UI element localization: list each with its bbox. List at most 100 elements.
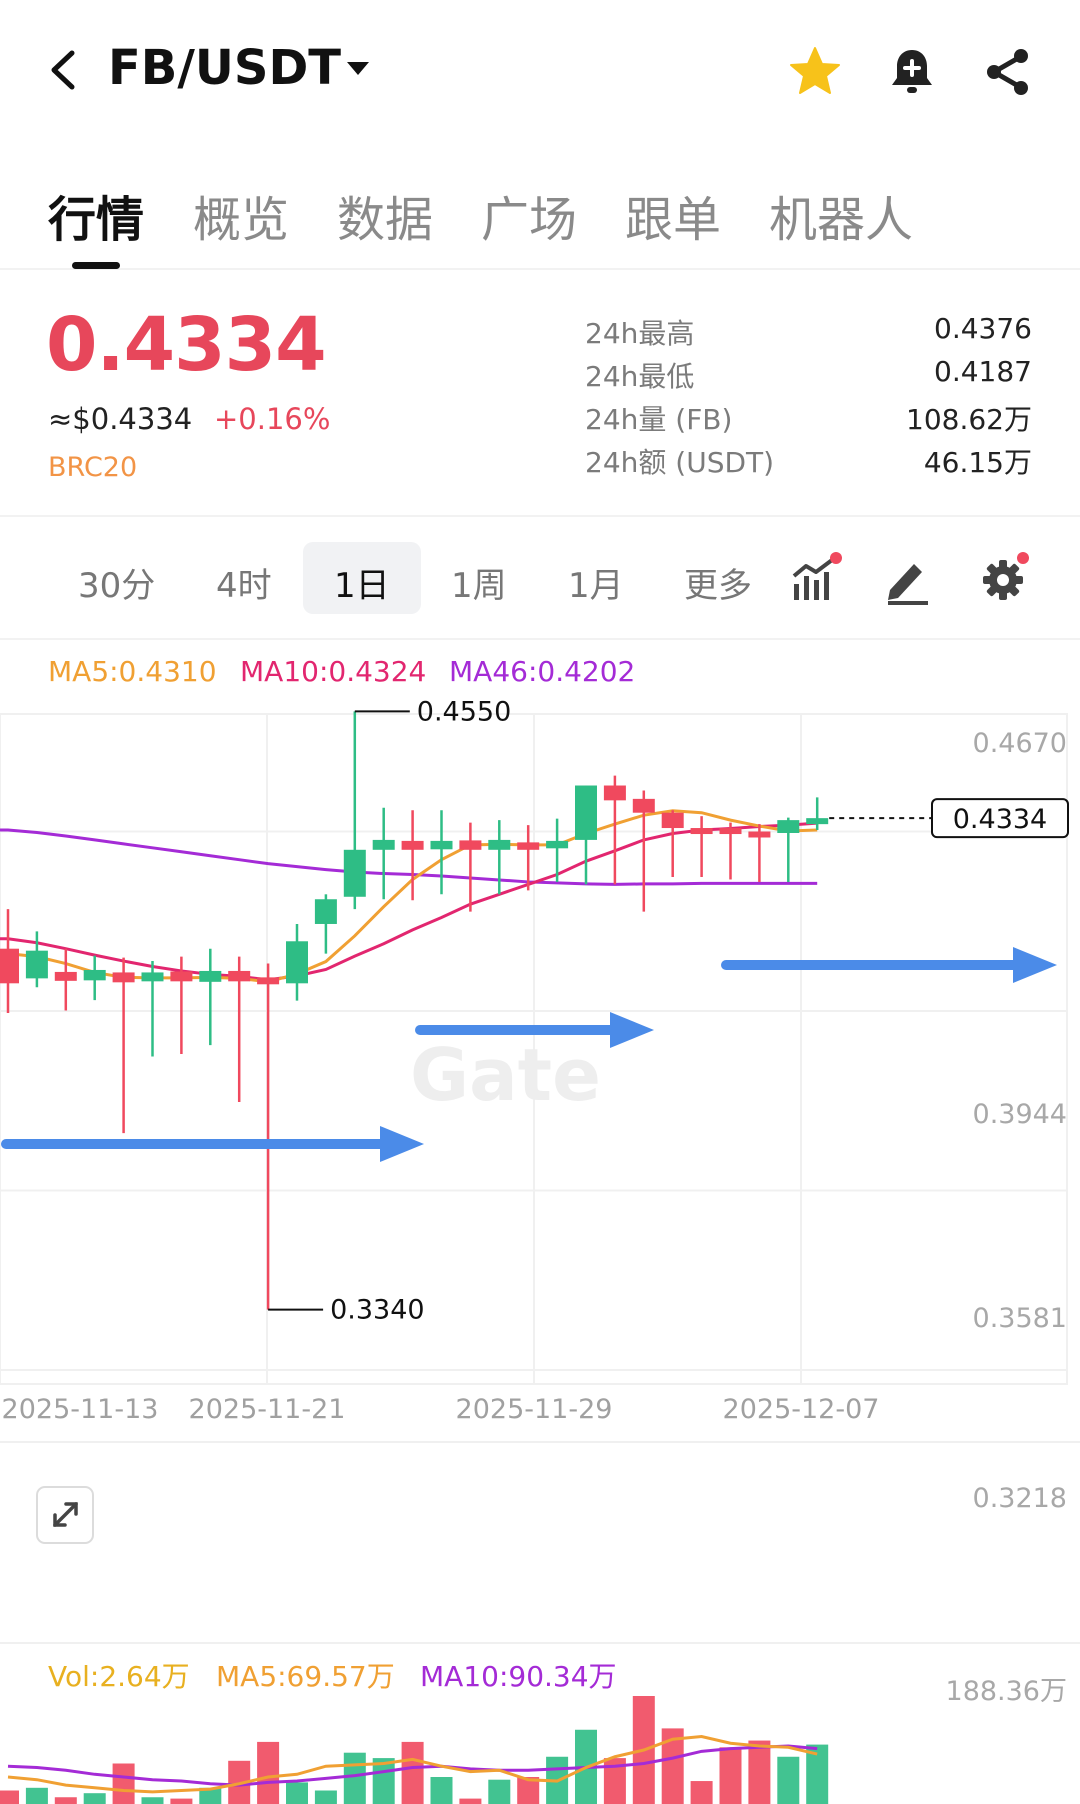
volume-bar <box>0 1790 19 1804</box>
star-icon[interactable] <box>787 44 843 100</box>
period-selector: 30分 4时 1日 1周 1月 更多 <box>0 520 1080 640</box>
stat-value-high: 0.4376 <box>934 312 1032 345</box>
volume-bar <box>112 1763 135 1804</box>
gate-watermark: Gate <box>410 1033 601 1117</box>
volume-bar <box>777 1756 800 1804</box>
pair-dropdown-caret-icon[interactable] <box>347 62 369 75</box>
settings-icon[interactable] <box>975 550 1031 606</box>
candle-body <box>286 941 308 984</box>
candle-body <box>25 950 48 979</box>
period-4h[interactable]: 4时 <box>216 558 272 607</box>
volume-chart: 188.36万 <box>0 1676 1067 1804</box>
candle-body <box>54 971 77 981</box>
candle-body <box>777 820 800 833</box>
candle-body <box>632 798 655 813</box>
candle-body <box>83 969 106 981</box>
candle-body <box>806 818 829 825</box>
ma46-line <box>0 828 818 886</box>
volume-bar <box>286 1782 308 1804</box>
candle-body <box>112 972 135 983</box>
candle-body <box>343 849 366 897</box>
candle-body <box>141 972 164 982</box>
stat-label-high: 24h最高 <box>585 317 695 350</box>
ma46-legend: MA46:0.4202 <box>449 655 636 688</box>
tab-data[interactable]: 数据 <box>337 180 433 250</box>
candle-body <box>517 842 540 850</box>
stat-label-low: 24h最低 <box>585 360 695 393</box>
stat-value-low: 0.4187 <box>934 355 1032 388</box>
volume-bar <box>54 1797 77 1804</box>
pair-title[interactable]: FB/USDT <box>108 40 341 96</box>
period-more[interactable]: 更多 <box>684 558 752 607</box>
candle-body <box>661 812 684 829</box>
tab-square[interactable]: 广场 <box>481 180 577 250</box>
chain-tag[interactable]: BRC20 <box>48 452 137 483</box>
back-arrow-icon[interactable] <box>44 45 84 95</box>
vol-ma5-legend: MA5:69.57万 <box>216 1660 395 1693</box>
tab-bots[interactable]: 机器人 <box>769 180 913 250</box>
share-icon[interactable] <box>980 44 1036 100</box>
volume-bar <box>719 1747 742 1804</box>
top-bar: FB/USDT <box>0 0 1080 140</box>
vol-legend: Vol:2.64万 <box>48 1660 190 1693</box>
moving-average-lines <box>0 809 818 984</box>
candlestick-chart[interactable]: Gate 0.4670 0.3944 0.3581 0.3218 188.36万 0.… <box>0 700 1080 1804</box>
period-30m[interactable]: 30分 <box>78 558 155 607</box>
fullscreen-button[interactable] <box>36 1486 94 1544</box>
volume-bar <box>141 1797 164 1804</box>
period-1w[interactable]: 1周 <box>451 558 507 607</box>
candle-body <box>257 977 280 985</box>
candle-body <box>719 828 742 835</box>
candle-body <box>228 970 251 982</box>
volume-bar <box>83 1793 106 1804</box>
ma5-legend: MA5:0.4310 <box>48 655 217 688</box>
stat-label-turnover: 24h额 (USDT) <box>585 446 775 479</box>
last-price-label: 0.4334 <box>953 804 1047 835</box>
y-axis: 0.4670 0.3944 0.3581 0.3218 <box>973 728 1067 1514</box>
y-tick-label: 0.4670 <box>973 728 1067 759</box>
y-tick-label: 0.3944 <box>973 1099 1067 1130</box>
tab-market[interactable]: 行情 <box>48 180 144 250</box>
chart-grid <box>0 713 1080 1644</box>
candle-body <box>430 840 453 850</box>
candle-body <box>488 839 511 850</box>
volume-bar <box>257 1741 280 1804</box>
volume-bar <box>430 1777 453 1804</box>
volume-bar <box>488 1779 511 1804</box>
price-alert-bell-icon[interactable] <box>884 44 940 100</box>
tab-overview[interactable]: 概览 <box>193 180 289 250</box>
stat-label-volume: 24h量 (FB) <box>585 403 733 436</box>
candle-body <box>748 831 771 838</box>
x-axis: 2025-11-13 2025-11-21 2025-11-29 2025-12-07 <box>0 1394 1080 1443</box>
tab-copy-trading[interactable]: 跟单 <box>625 180 721 250</box>
candle-body <box>401 840 424 850</box>
ma5-line <box>0 809 818 984</box>
main-tabs: 行情 概览 数据 广场 跟单 机器人 <box>0 170 1080 270</box>
period-1mo[interactable]: 1月 <box>568 558 624 607</box>
period-1d[interactable]: 1日 <box>334 558 390 607</box>
vol-ma10-legend: MA10:90.34万 <box>420 1660 617 1693</box>
candle-body <box>199 970 222 982</box>
min-price-label: 0.3340 <box>330 1295 424 1326</box>
volume-bar <box>170 1798 193 1804</box>
usd-price: ≈$0.4334 <box>48 402 193 436</box>
ma10-legend: MA10:0.4324 <box>240 655 427 688</box>
stat-value-volume: 108.62万 <box>906 403 1032 436</box>
volume-bar <box>459 1798 482 1804</box>
x-tick-label: 2025-11-29 <box>456 1394 613 1425</box>
change-percent: +0.16% <box>214 402 331 436</box>
candle-body <box>690 828 713 835</box>
indicators-icon[interactable] <box>788 550 844 606</box>
draw-tool-icon[interactable] <box>880 550 936 606</box>
y-tick-label: 0.3218 <box>973 1483 1067 1514</box>
volume-bar <box>314 1790 337 1804</box>
last-price: 0.4334 <box>46 302 327 388</box>
y-tick-label: 0.3581 <box>973 1303 1067 1334</box>
candle-body <box>546 840 569 849</box>
volume-bar <box>690 1781 713 1804</box>
active-tab-indicator <box>72 262 120 269</box>
volume-bar <box>401 1741 424 1804</box>
candle-body <box>372 839 395 850</box>
candle-body <box>603 785 626 801</box>
volume-bar <box>748 1740 771 1804</box>
